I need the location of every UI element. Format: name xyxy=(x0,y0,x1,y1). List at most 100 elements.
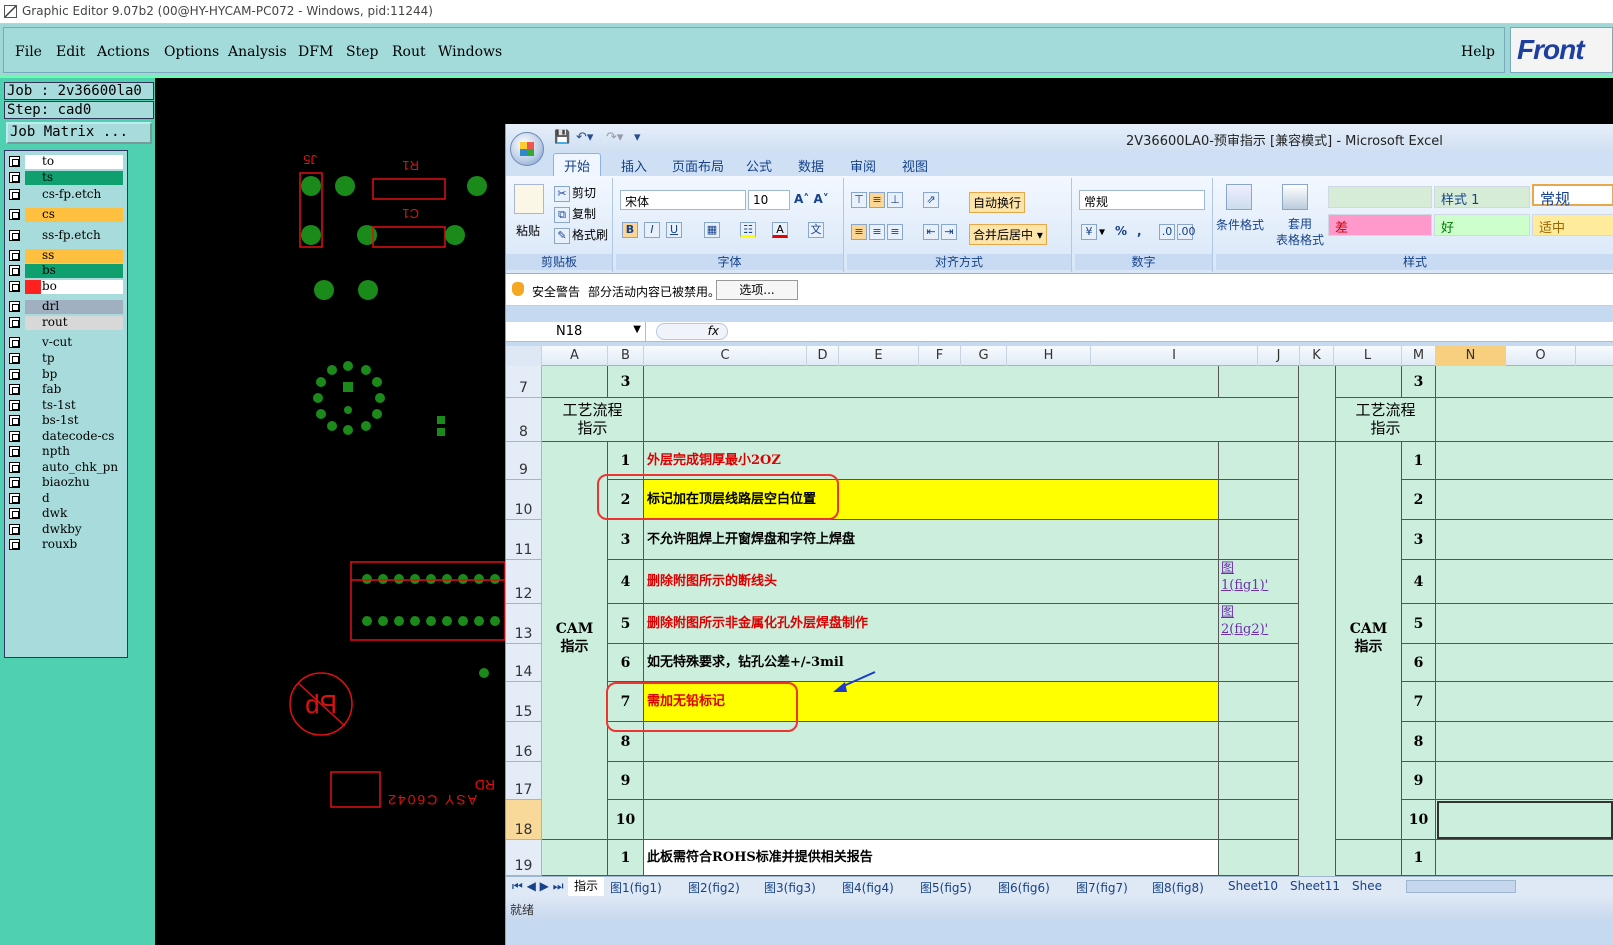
undo-icon[interactable]: ↶▾ xyxy=(576,130,593,145)
table-cell[interactable] xyxy=(1436,604,1613,644)
table-cell[interactable] xyxy=(1299,520,1336,560)
table-cell[interactable] xyxy=(1436,560,1613,604)
instruction-cell[interactable]: 删除附图所示的断线头 xyxy=(644,560,1219,604)
style-normal[interactable]: 常规 xyxy=(1532,184,1613,208)
cam-label-cell[interactable]: CAM 指示 xyxy=(1336,442,1402,840)
layer-row[interactable]: dwk xyxy=(7,507,125,521)
layer-checkbox[interactable] xyxy=(9,493,20,504)
item-number-cell[interactable]: 10 xyxy=(1402,800,1436,840)
instruction-cell[interactable]: 删除附图所示非金属化孔外层焊盘制作 xyxy=(644,604,1219,644)
layer-checkbox[interactable] xyxy=(9,265,20,276)
sheet-tab[interactable]: 图4(fig4) xyxy=(842,879,894,896)
name-box[interactable]: N18 ▼ xyxy=(506,322,646,341)
column-header[interactable]: B xyxy=(608,346,644,366)
instruction-cell[interactable]: 如无特殊要求，钻孔公差+/-3mil xyxy=(644,644,1219,682)
column-header[interactable]: A xyxy=(542,346,608,366)
layer-row[interactable]: v-cut xyxy=(7,336,125,350)
menu-rout[interactable]: Rout xyxy=(392,44,426,60)
instruction-cell[interactable] xyxy=(644,762,1219,800)
menu-edit[interactable]: Edit xyxy=(56,44,85,60)
indent-icon[interactable]: ⇤ ⇥ xyxy=(923,224,959,240)
item-number-cell[interactable]: 6 xyxy=(1402,644,1436,682)
table-cell[interactable] xyxy=(542,840,608,876)
menu-dfm[interactable]: DFM xyxy=(298,44,333,60)
row-header[interactable]: 19 xyxy=(506,840,542,876)
row-header[interactable]: 12 xyxy=(506,560,542,604)
layer-checkbox[interactable] xyxy=(9,369,20,380)
wrap-text-button[interactable]: 自动换行 xyxy=(969,192,1026,213)
layer-row[interactable]: rouxb xyxy=(7,538,125,552)
tab-home[interactable]: 开始 xyxy=(553,153,602,176)
table-cell[interactable] xyxy=(1436,722,1613,762)
sheet-tab[interactable]: 图7(fig7) xyxy=(1076,879,1128,896)
paste-button[interactable]: 粘贴 xyxy=(516,222,540,239)
layer-checkbox[interactable] xyxy=(9,524,20,535)
italic-button[interactable]: I xyxy=(644,222,662,238)
bold-button[interactable]: B xyxy=(622,222,640,238)
layer-row[interactable]: ts-1st xyxy=(7,399,125,413)
column-header[interactable]: E xyxy=(839,346,919,366)
grow-font-icon[interactable]: A˄ A˅ xyxy=(794,192,829,206)
column-header[interactable]: J xyxy=(1258,346,1300,366)
sheet-nav-icon[interactable]: ⏮ ◀ ▶ ⏭ xyxy=(512,879,564,894)
table-cell[interactable] xyxy=(1299,480,1336,520)
percent-icon[interactable]: % xyxy=(1115,224,1127,238)
row-header[interactable]: 13 xyxy=(506,604,542,644)
layer-row[interactable]: auto_chk_pn xyxy=(7,461,125,475)
sheet-tab[interactable]: 图6(fig6) xyxy=(998,879,1050,896)
layer-checkbox[interactable] xyxy=(9,301,20,312)
row-header[interactable]: 16 xyxy=(506,722,542,762)
decimal-icon[interactable]: .0.00 xyxy=(1159,224,1196,240)
layer-checkbox[interactable] xyxy=(9,353,20,364)
security-options-button[interactable]: 选项... xyxy=(716,280,798,300)
layer-row[interactable]: datecode-cs xyxy=(7,430,125,444)
fx-icon[interactable]: fx xyxy=(656,323,728,340)
table-cell[interactable] xyxy=(1336,840,1402,876)
save-icon[interactable]: 💾 xyxy=(554,130,570,145)
layer-checkbox[interactable] xyxy=(9,508,20,519)
item-number-cell[interactable]: 4 xyxy=(608,560,644,604)
column-header[interactable]: F xyxy=(919,346,961,366)
table-cell[interactable] xyxy=(1436,520,1613,560)
layer-checkbox[interactable] xyxy=(9,281,20,292)
layer-row[interactable]: cs xyxy=(7,208,125,222)
column-header[interactable]: K xyxy=(1300,346,1334,366)
table-cell[interactable] xyxy=(1299,366,1336,398)
row-header[interactable]: 10 xyxy=(506,480,542,520)
layer-checkbox[interactable] xyxy=(9,189,20,200)
align-top-icon[interactable]: ⊤ ≡ ⊥ xyxy=(851,192,905,208)
merge-center-button[interactable]: 合并后居中 ▾ xyxy=(969,224,1047,245)
item-number-cell[interactable]: 3 xyxy=(1402,520,1436,560)
menu-actions[interactable]: Actions xyxy=(97,44,150,60)
style-1[interactable]: 样式 1 xyxy=(1434,186,1530,208)
table-cell[interactable] xyxy=(1436,762,1613,800)
table-cell[interactable] xyxy=(1436,442,1613,480)
table-cell[interactable] xyxy=(1299,762,1336,800)
align-left-icon[interactable]: ≡ ≡ ≡ xyxy=(851,224,905,240)
row-header[interactable]: 18 xyxy=(506,800,542,840)
layer-checkbox[interactable] xyxy=(9,230,20,241)
column-header[interactable]: I xyxy=(1091,346,1258,366)
column-header[interactable]: H xyxy=(1007,346,1091,366)
style-blank[interactable] xyxy=(1328,186,1432,208)
table-cell[interactable] xyxy=(1436,840,1613,876)
table-cell[interactable] xyxy=(1299,560,1336,604)
layer-checkbox[interactable] xyxy=(9,337,20,348)
conditional-format-button[interactable]: 条件格式 xyxy=(1216,216,1264,233)
layer-checkbox[interactable] xyxy=(9,384,20,395)
menu-file[interactable]: File xyxy=(15,44,42,60)
horizontal-scrollbar[interactable] xyxy=(1406,880,1516,893)
layer-checkbox[interactable] xyxy=(9,446,20,457)
column-header[interactable]: G xyxy=(961,346,1007,366)
item-number-cell[interactable]: 4 xyxy=(1402,560,1436,604)
table-cell[interactable] xyxy=(1336,366,1402,398)
font-size-select[interactable]: 10 xyxy=(748,190,790,210)
item-number-cell[interactable]: 3 xyxy=(1402,366,1436,398)
row-header[interactable]: 17 xyxy=(506,762,542,800)
table-cell[interactable] xyxy=(1436,644,1613,682)
layer-checkbox[interactable] xyxy=(9,477,20,488)
item-number-cell[interactable]: 9 xyxy=(1402,762,1436,800)
layer-row[interactable]: bs xyxy=(7,264,125,278)
layer-checkbox[interactable] xyxy=(9,156,20,167)
item-number-cell[interactable]: 1 xyxy=(1402,840,1436,876)
